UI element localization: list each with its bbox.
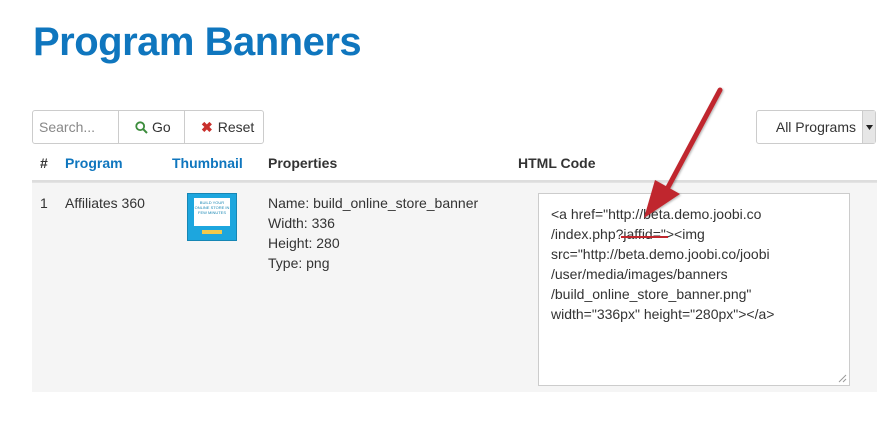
header-num: # (40, 155, 48, 171)
row-properties: Name: build_online_store_banner Width: 3… (268, 193, 478, 273)
go-label: Go (152, 119, 171, 135)
header-properties: Properties (268, 155, 338, 171)
row-num: 1 (40, 195, 48, 211)
header-program[interactable]: Program (65, 155, 123, 171)
program-filter-select[interactable]: All Programs (756, 110, 876, 144)
code-line: /user/media/images/banners (551, 266, 728, 282)
prop-type: Type: png (268, 255, 330, 271)
prop-height: Height: 280 (268, 235, 340, 251)
go-button[interactable]: Go (118, 110, 185, 144)
header-html-code: HTML Code (518, 155, 596, 171)
magnifier-icon (135, 120, 148, 134)
caret-down-icon (862, 111, 875, 143)
html-code-textarea[interactable]: <a href="http://beta.demo.joobi.co /inde… (538, 193, 850, 386)
code-line: src="http://beta.demo.joobi.co/joobi (551, 246, 770, 262)
thumbnail-text: BUILD YOUR ONLINE STORE IN FEW MINUTES (194, 198, 230, 226)
jaffid-underline (621, 236, 668, 238)
resize-grip-icon[interactable] (838, 374, 847, 383)
search-input[interactable] (32, 110, 119, 144)
reset-button[interactable]: ✖ Reset (184, 110, 264, 144)
code-line: /index.php?jaffid="><img (551, 226, 705, 242)
reset-label: Reset (217, 119, 255, 135)
thumbnail-button-shape (202, 230, 222, 234)
prop-name: Name: build_online_store_banner (268, 195, 479, 211)
program-filter-value: All Programs (775, 119, 856, 135)
banner-thumbnail[interactable]: BUILD YOUR ONLINE STORE IN FEW MINUTES (187, 193, 237, 241)
header-thumbnail[interactable]: Thumbnail (172, 155, 243, 171)
code-line: /build_online_store_banner.png" (551, 286, 752, 302)
code-line: width="336px" height="280px"></a> (551, 306, 775, 322)
banners-table: # Program Thumbnail Properties HTML Code… (32, 148, 877, 392)
x-icon: ✖ (201, 119, 213, 135)
table-header: # Program Thumbnail Properties HTML Code (32, 148, 877, 182)
code-line: <a href="http://beta.demo.joobi.co (551, 206, 762, 222)
prop-width: Width: 336 (268, 215, 335, 231)
page-title: Program Banners (33, 20, 362, 64)
search-toolbar: Go ✖ Reset (32, 110, 264, 144)
row-program: Affiliates 360 (65, 195, 145, 211)
table-row: 1 Affiliates 360 BUILD YOUR ONLINE STORE… (32, 182, 877, 392)
